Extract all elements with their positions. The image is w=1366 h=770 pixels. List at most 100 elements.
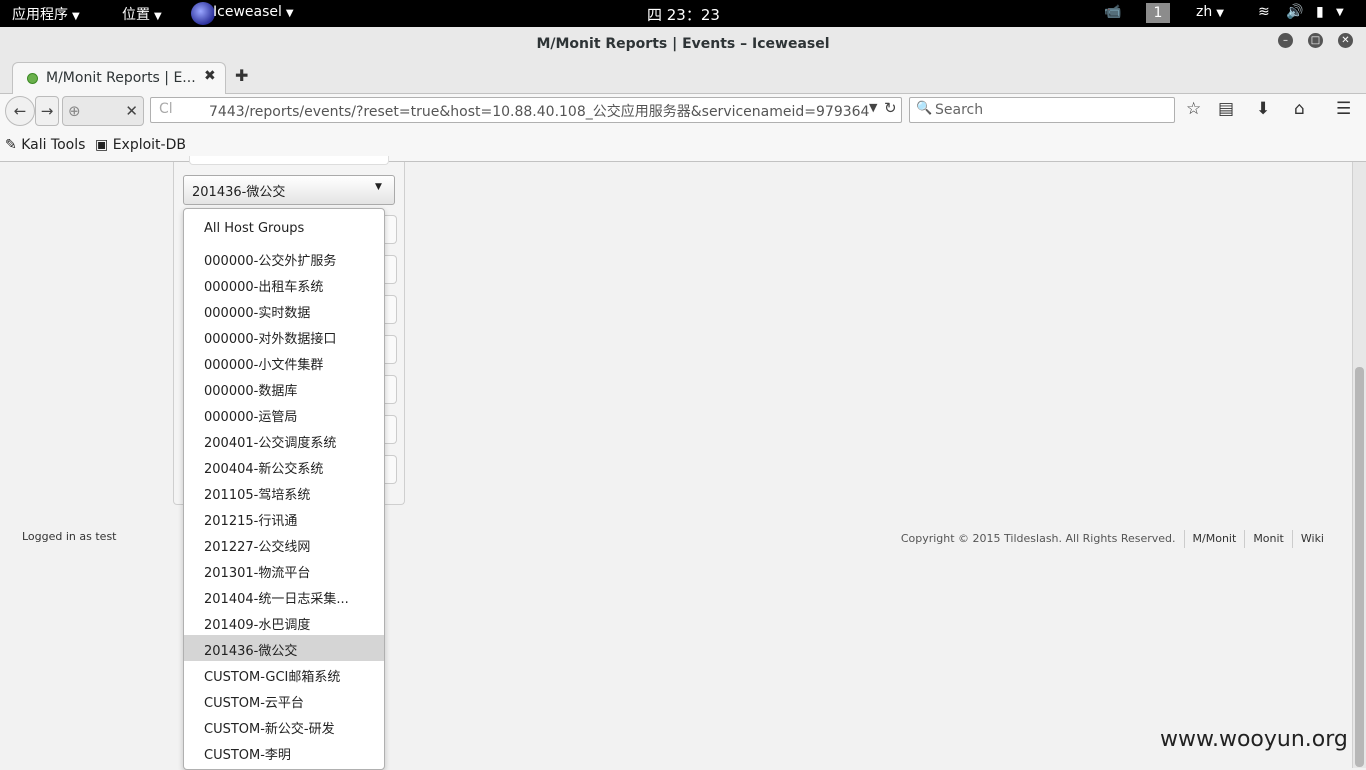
search-input[interactable]: 🔍 Search	[909, 97, 1175, 123]
host-group-option[interactable]: 200404-新公交系统	[184, 453, 384, 479]
link-mmonit[interactable]: M/Monit	[1193, 532, 1237, 545]
menu-icon[interactable]: ☰	[1336, 99, 1351, 119]
host-group-option[interactable]: 000000-数据库	[184, 375, 384, 401]
forward-icon[interactable]: →	[35, 96, 59, 126]
host-group-select[interactable]: 201436-微公交 ▼	[183, 175, 395, 205]
exploit-db-icon: ▣	[95, 137, 109, 153]
logged-in-status: Logged in as test	[22, 530, 117, 543]
battery-icon[interactable]: ▮	[1316, 4, 1324, 20]
filter-field[interactable]	[383, 335, 397, 364]
site-identity-button[interactable]: ⊕ ✕	[62, 96, 144, 126]
system-top-bar: 应用程序 ▼ 位置 ▼ Iceweasel ▼ 四 23：23 📹 1 zh ▼ ≋ 🔊…	[0, 0, 1366, 27]
host-group-option[interactable]: 201436-微公交	[184, 635, 384, 661]
places-menu[interactable]: 位置 ▼	[122, 4, 162, 24]
host-group-option-label: 000000-数据库	[204, 384, 298, 399]
host-group-option[interactable]: CUSTOM-新公交-研发	[184, 713, 384, 739]
url-history-dropdown-icon[interactable]: ▼	[869, 101, 877, 114]
chevron-down-icon: ▼	[375, 182, 382, 192]
minimize-icon[interactable]: –	[1278, 33, 1293, 48]
clock[interactable]: 四 23：23	[647, 4, 720, 25]
chevron-down-icon: ▼	[72, 11, 80, 22]
filter-field[interactable]	[383, 255, 397, 284]
filter-field[interactable]	[383, 215, 397, 244]
tools-icon: ✎	[5, 137, 17, 153]
filter-field[interactable]	[383, 375, 397, 404]
page-content: 201436-微公交 ▼ Logged in as test Copyright…	[0, 156, 1352, 770]
language-menu[interactable]: zh ▼	[1196, 4, 1224, 20]
download-icon[interactable]: ⬇	[1256, 99, 1270, 119]
close-tab-icon[interactable]: ✖	[204, 68, 216, 84]
language-label: zh	[1196, 4, 1213, 20]
wifi-icon[interactable]: ≋	[1258, 4, 1270, 20]
volume-icon[interactable]: 🔊	[1286, 4, 1303, 20]
host-group-option[interactable]: CUSTOM-GCI邮箱系统	[184, 661, 384, 687]
link-wiki[interactable]: Wiki	[1301, 532, 1324, 545]
host-group-option[interactable]: 201215-行讯通	[184, 505, 384, 531]
close-window-icon[interactable]: ✕	[1338, 33, 1353, 48]
host-group-option[interactable]: 000000-对外数据接口	[184, 323, 384, 349]
url-prefix: Cl	[159, 101, 173, 117]
host-group-option-label: CUSTOM-云平台	[204, 696, 304, 711]
bookmark-label: Kali Tools	[21, 137, 86, 153]
chevron-down-icon: ▼	[1216, 8, 1224, 19]
host-group-option[interactable]: 000000-出租车系统	[184, 271, 384, 297]
host-group-option[interactable]: All Host Groups	[184, 216, 384, 242]
filter-field[interactable]	[383, 415, 397, 444]
tab-label: M/Monit Reports | E...	[46, 70, 196, 86]
camera-icon[interactable]: 📹	[1104, 4, 1121, 20]
filter-field[interactable]	[189, 156, 389, 165]
tab-mmonit-reports[interactable]: M/Monit Reports | E... ✖	[12, 62, 226, 94]
chevron-down-icon: ▼	[285, 8, 294, 19]
host-group-option-label: CUSTOM-新公交-研发	[204, 722, 335, 737]
host-group-option[interactable]: 201301-物流平台	[184, 557, 384, 583]
url-text[interactable]: 7443/reports/events/?reset=true&host=10.…	[209, 101, 869, 121]
host-group-dropdown-list[interactable]: All Host Groups 000000-公交外扩服务 000000-出租车系统…	[183, 208, 385, 770]
bookmark-kali-tools[interactable]: ✎ Kali Tools	[5, 137, 85, 153]
home-icon[interactable]: ⌂	[1294, 99, 1305, 119]
filter-field[interactable]	[383, 295, 397, 324]
host-group-option[interactable]: CUSTOM-李明	[184, 739, 384, 765]
host-group-option[interactable]: 000000-运管局	[184, 401, 384, 427]
chevron-down-icon[interactable]: ▼	[1336, 7, 1344, 18]
applications-menu[interactable]: 应用程序 ▼	[12, 4, 80, 24]
host-group-option-label: 000000-实时数据	[204, 306, 311, 321]
host-group-option-label: 000000-运管局	[204, 410, 298, 425]
new-tab-icon[interactable]: ✚	[235, 66, 248, 85]
host-group-option[interactable]: 200401-公交调度系统	[184, 427, 384, 453]
host-group-option[interactable]: 201227-公交线网	[184, 531, 384, 557]
window-title-bar: M/Monit Reports | Events – Iceweasel – □…	[0, 27, 1366, 60]
host-group-option-label: CUSTOM-李明	[204, 748, 291, 763]
host-group-option[interactable]: 201409-水巴调度	[184, 609, 384, 635]
host-group-option[interactable]: 000000-公交外扩服务	[184, 245, 384, 271]
host-group-option-label: 000000-出租车系统	[204, 280, 324, 295]
iceweasel-logo-icon	[191, 2, 215, 25]
host-group-option[interactable]: 000000-小文件集群	[184, 349, 384, 375]
bookmark-star-icon[interactable]: ☆	[1186, 99, 1201, 119]
host-group-option[interactable]: CUSTOM-云平台	[184, 687, 384, 713]
bookmark-exploit-db[interactable]: ▣ Exploit-DB	[95, 137, 186, 153]
close-icon[interactable]: ✕	[125, 102, 138, 120]
host-group-option-label: 200404-新公交系统	[204, 462, 324, 477]
navigation-bar: ← → ⊕ ✕ Cl 7443/reports/events/?reset=tr…	[0, 94, 1366, 131]
scrollbar-thumb[interactable]	[1355, 367, 1364, 767]
maximize-icon[interactable]: □	[1308, 33, 1323, 48]
link-monit[interactable]: Monit	[1253, 532, 1284, 545]
reload-icon[interactable]: ↻	[884, 99, 897, 117]
host-group-option[interactable]: 201404-统一日志采集...	[184, 583, 384, 609]
reading-list-icon[interactable]: ▤	[1218, 99, 1234, 119]
app-menu[interactable]: Iceweasel ▼	[213, 4, 294, 20]
filter-field[interactable]	[383, 455, 397, 484]
host-group-option-label: 000000-小文件集群	[204, 358, 324, 373]
host-group-option-label: 200401-公交调度系统	[204, 436, 337, 451]
host-group-option-label: 000000-公交外扩服务	[204, 254, 337, 269]
url-bar[interactable]: Cl 7443/reports/events/?reset=true&host=…	[150, 97, 902, 123]
host-group-option[interactable]: 000000-实时数据	[184, 297, 384, 323]
workspace-indicator[interactable]: 1	[1146, 3, 1170, 23]
favicon-icon	[27, 73, 38, 84]
page-scrollbar[interactable]	[1352, 162, 1366, 768]
host-group-option[interactable]: 201105-驾培系统	[184, 479, 384, 505]
copyright: Copyright © 2015 Tildeslash. All Rights …	[900, 532, 1176, 545]
globe-icon: ⊕	[68, 102, 81, 120]
host-group-option-label: 201409-水巴调度	[204, 618, 311, 633]
back-icon[interactable]: ←	[5, 96, 35, 126]
